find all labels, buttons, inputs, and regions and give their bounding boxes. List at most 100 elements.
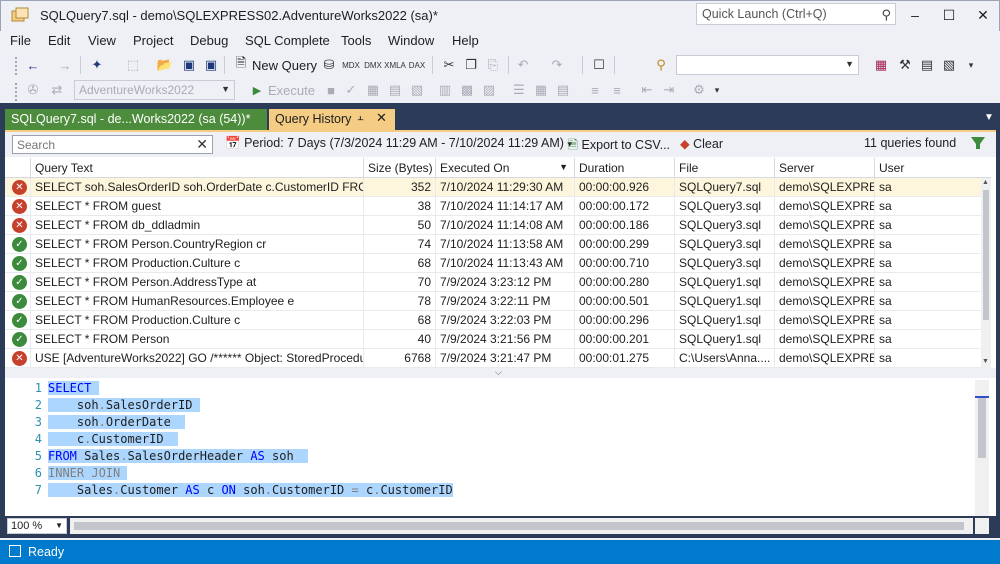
menu-sql-complete[interactable]: SQL Complete — [245, 33, 330, 48]
column-size[interactable]: Size (Bytes) — [363, 158, 435, 178]
menu-view[interactable]: View — [88, 33, 116, 48]
grid-vertical-scrollbar[interactable]: ▲ ▼ — [981, 178, 991, 368]
menu-tools[interactable]: Tools — [341, 33, 371, 48]
close-button[interactable]: ✕ — [966, 2, 1000, 28]
specify-values-icon[interactable]: ⚙ — [690, 81, 708, 99]
database-combo[interactable]: AdventureWorks2022 ▼ — [74, 80, 235, 100]
menu-debug[interactable]: Debug — [190, 33, 228, 48]
client-stats-icon[interactable]: ▨ — [480, 81, 498, 99]
collapse-caret-icon[interactable]: ⌵ — [495, 367, 502, 378]
code-line[interactable]: SELECT — [48, 381, 99, 395]
new-project-icon[interactable]: ✦ — [88, 56, 106, 74]
cut-icon[interactable]: ✂ — [440, 56, 458, 74]
dmx-query-icon[interactable]: DMX — [364, 56, 382, 74]
table-row[interactable]: ✓ SELECT * FROM Person 40 7/9/2024 3:21:56 … — [5, 330, 981, 349]
menu-window[interactable]: Window — [388, 33, 434, 48]
menu-edit[interactable]: Edit — [48, 33, 70, 48]
increase-indent-icon[interactable]: ⇥ — [660, 81, 678, 99]
clear-button[interactable]: ◆ Clear — [680, 136, 723, 151]
toolbar-grip[interactable] — [14, 56, 18, 76]
table-row[interactable]: ✓ SELECT * FROM Person.AddressType at 70 7/… — [5, 273, 981, 292]
column-executed-on[interactable]: Executed On ▼ — [435, 158, 574, 178]
scroll-up-icon[interactable]: ▲ — [982, 179, 989, 186]
results-text-icon[interactable]: ☰ — [510, 81, 528, 99]
tab-overflow-icon[interactable]: ▼ — [984, 112, 994, 123]
code-line[interactable]: soh.OrderDate — [48, 415, 186, 429]
code-line[interactable]: Sales.Customer AS c ON soh.CustomerID = … — [48, 483, 453, 497]
table-row[interactable]: ✕ SELECT * FROM guest 38 7/10/2024 11:14:17… — [5, 197, 981, 216]
column-query-text[interactable]: Query Text — [30, 158, 363, 178]
table-row[interactable]: ✓ SELECT * FROM Production.Culture c 68 7/1… — [5, 254, 981, 273]
code-line[interactable]: soh.SalesOrderID — [48, 398, 200, 412]
activity-monitor-icon[interactable]: ☐ — [590, 56, 608, 74]
uncomment-icon[interactable]: ≡ — [608, 81, 626, 99]
column-file[interactable]: File — [674, 158, 774, 178]
execute-icon[interactable]: ▶ — [248, 81, 266, 99]
scroll-thumb[interactable] — [978, 398, 986, 458]
copy-icon[interactable]: ❐ — [462, 56, 480, 74]
table-row[interactable]: ✕ USE [AdventureWorks2022] GO /****** Obj… — [5, 349, 981, 368]
tab-sqlquery7[interactable]: SQLQuery7.sql - de...Works2022 (sa (54))… — [5, 109, 267, 130]
save-icon[interactable]: ▣ — [180, 56, 198, 74]
paste-icon[interactable]: ⎘ — [484, 56, 502, 74]
table-row[interactable]: ✕ SELECT * FROM db_ddladmin 50 7/10/2024 11… — [5, 216, 981, 235]
new-query-button[interactable]: New Query — [252, 58, 317, 73]
xmla-query-icon[interactable]: XMLA — [384, 56, 406, 74]
actual-plan-icon[interactable]: ▥ — [436, 81, 454, 99]
toolbar-overflow-icon[interactable]: ▾ — [962, 56, 980, 74]
table-row[interactable]: ✓ SELECT * FROM Person.CountryRegion cr 74… — [5, 235, 981, 254]
minimize-button[interactable]: – — [898, 2, 932, 28]
scroll-thumb[interactable] — [983, 190, 989, 320]
table-row[interactable]: ✓ SELECT * FROM Production.Culture c 68 7/9… — [5, 311, 981, 330]
open-folder-icon[interactable]: 📂 — [156, 56, 174, 74]
execute-button[interactable]: Execute — [268, 83, 315, 98]
zoom-combo[interactable]: 100 % ▼ — [7, 518, 67, 534]
decrease-indent-icon[interactable]: ⇤ — [638, 81, 656, 99]
status-column-header[interactable] — [5, 158, 30, 178]
back-icon[interactable]: ← — [24, 56, 42, 74]
clear-search-icon[interactable]: ✕ — [196, 136, 208, 153]
editor-vertical-scrollbar[interactable] — [975, 380, 989, 516]
search-input[interactable]: Search ✕ — [12, 135, 213, 154]
find-combo[interactable]: ▼ — [676, 55, 859, 75]
solution-explorer-icon[interactable]: ▦ — [872, 56, 890, 74]
mdx-query-icon[interactable]: MDX — [342, 56, 360, 74]
tab-query-history[interactable]: Query History ⫠ ✕ — [269, 109, 395, 130]
template-explorer-icon[interactable]: ▧ — [940, 56, 958, 74]
forward-icon[interactable]: → — [56, 56, 74, 74]
comment-icon[interactable]: ≡ — [586, 81, 604, 99]
editor-horizontal-scrollbar[interactable] — [70, 518, 973, 534]
results-file-icon[interactable]: ▤ — [554, 81, 572, 99]
query-options-icon[interactable]: ▤ — [386, 81, 404, 99]
export-csv-button[interactable]: 🗎 Export to CSV... — [568, 136, 670, 157]
code-line[interactable]: FROM Sales.SalesOrderHeader AS soh — [48, 449, 309, 463]
menu-project[interactable]: Project — [133, 33, 173, 48]
code-line[interactable]: INNER JOIN — [48, 466, 128, 480]
close-tab-icon[interactable]: ✕ — [376, 110, 387, 126]
quick-launch-input[interactable]: Quick Launch (Ctrl+Q) ⚲ — [696, 3, 896, 25]
dax-query-icon[interactable]: DAX — [408, 56, 426, 74]
period-dropdown[interactable]: 📅 Period: 7 Days (7/3/2024 11:29 AM - 7/… — [225, 136, 572, 151]
column-duration[interactable]: Duration — [574, 158, 674, 178]
table-row[interactable]: ✓ SELECT * FROM HumanResources.Employee e… — [5, 292, 981, 311]
stop-icon[interactable]: ■ — [322, 81, 340, 99]
code-line[interactable]: c.CustomerID — [48, 432, 179, 446]
properties-icon[interactable]: ⚒ — [896, 56, 914, 74]
live-stats-icon[interactable]: ▩ — [458, 81, 476, 99]
table-row[interactable]: ✕ SELECT soh.SalesOrderID soh.OrderDate c… — [5, 178, 981, 197]
filter-icon[interactable] — [970, 135, 986, 151]
menu-help[interactable]: Help — [452, 33, 479, 48]
toolbar-overflow-icon[interactable]: ▾ — [708, 81, 726, 99]
parse-icon[interactable]: ✓ — [342, 81, 360, 99]
intellisense-icon[interactable]: ▧ — [408, 81, 426, 99]
toolbar-grip[interactable] — [14, 82, 18, 102]
new-query-icon[interactable]: 🗎 — [232, 55, 250, 74]
redo-icon[interactable]: ↷ — [548, 56, 566, 74]
maximize-button[interactable]: ☐ — [932, 2, 966, 28]
estimated-plan-icon[interactable]: ▦ — [364, 81, 382, 99]
toolbox-icon[interactable]: ▤ — [918, 56, 936, 74]
connect-icon[interactable]: ✇ — [24, 81, 42, 99]
column-server[interactable]: Server — [774, 158, 874, 178]
pin-icon[interactable]: ⫠ — [357, 111, 364, 124]
results-grid-icon[interactable]: ▦ — [532, 81, 550, 99]
